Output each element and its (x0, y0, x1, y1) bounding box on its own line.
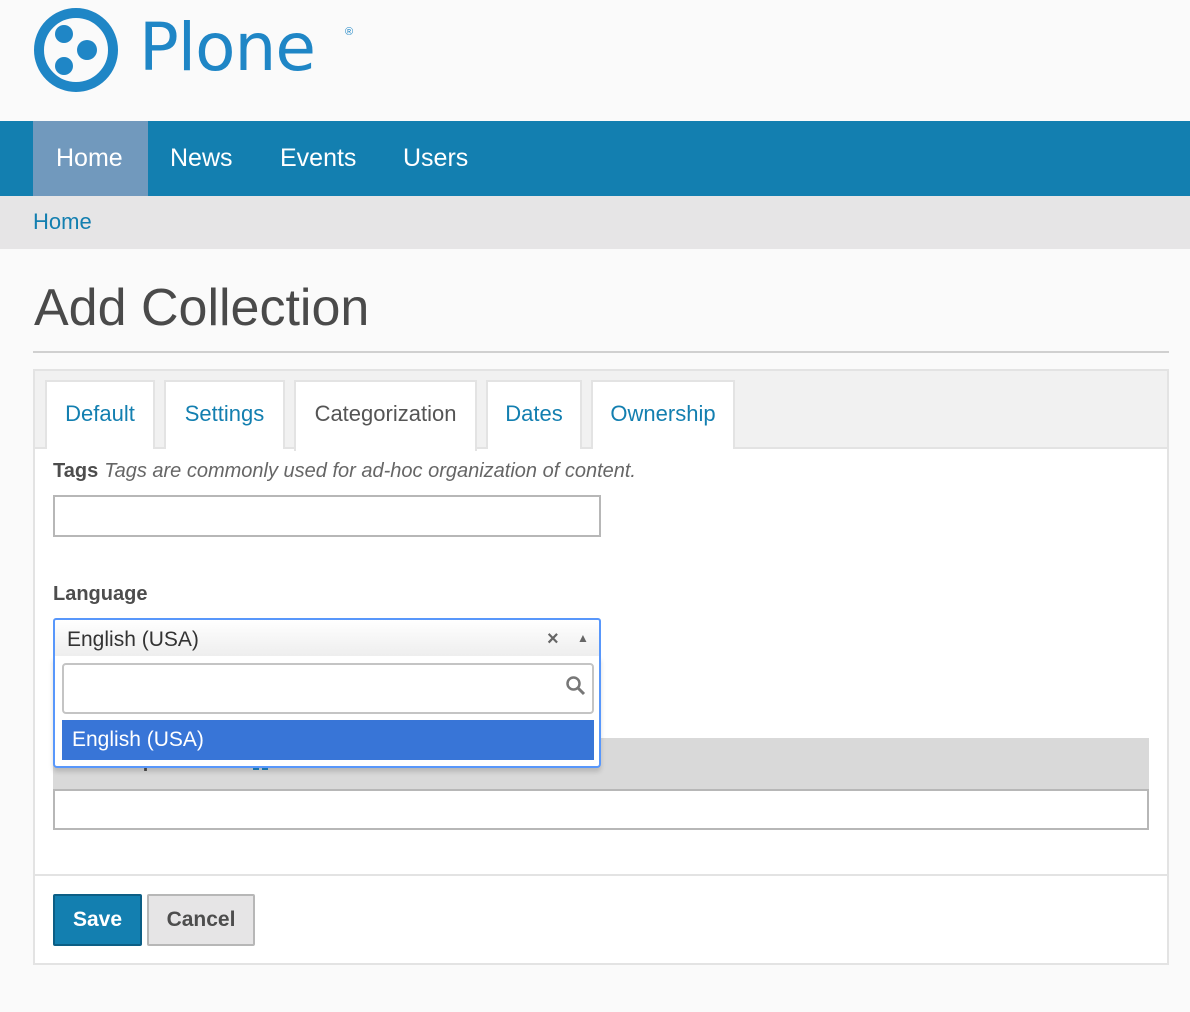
clear-icon[interactable]: × (547, 628, 559, 651)
tab-dates[interactable]: Dates (486, 380, 582, 449)
tags-label: Tags Tags are commonly used for ad-hoc or… (53, 460, 636, 483)
tags-input[interactable] (53, 495, 601, 537)
plone-logo[interactable]: Plone (33, 7, 316, 93)
tab-ownership[interactable]: Ownership (591, 380, 735, 449)
tab-default[interactable]: Default (45, 380, 155, 449)
tab-settings[interactable]: Settings (164, 380, 285, 449)
cancel-button[interactable]: Cancel (147, 894, 255, 946)
plone-logo-icon (34, 8, 118, 92)
save-button[interactable]: Save (53, 894, 142, 946)
language-select[interactable]: English (USA) × ▲ (53, 618, 601, 658)
tags-label-text: Tags (53, 460, 99, 482)
form-footer-divider (35, 874, 1167, 876)
language-label: Language (53, 583, 148, 605)
dropdown-search-input[interactable] (62, 663, 594, 714)
nav-item-events[interactable]: Events (280, 121, 356, 196)
main-navigation: Home News Events Users (0, 121, 1190, 196)
breadcrumb: Home (0, 196, 1190, 249)
nav-item-users[interactable]: Users (403, 121, 468, 196)
nav-item-news[interactable]: News (170, 121, 233, 196)
nav-item-home[interactable]: Home (33, 121, 148, 196)
chevron-up-icon[interactable]: ▲ (577, 631, 589, 645)
dropdown-option-english-usa[interactable]: English (USA) (62, 720, 594, 760)
tags-help-text: Tags are commonly used for ad-hoc organi… (104, 460, 636, 482)
registered-mark: ® (345, 26, 354, 38)
logo-wordmark: Plone (139, 9, 316, 86)
path-input[interactable] (53, 789, 1149, 830)
breadcrumb-home-link[interactable]: Home (33, 209, 92, 235)
title-divider (33, 351, 1169, 353)
language-dropdown: English (USA) (53, 656, 601, 768)
form-tabs: Default Settings Categorization Dates Ow… (35, 371, 1167, 451)
page-title: Add Collection (34, 279, 370, 337)
search-icon (566, 676, 586, 696)
language-select-value: English (USA) (67, 628, 199, 651)
tab-categorization[interactable]: Categorization (294, 380, 477, 451)
